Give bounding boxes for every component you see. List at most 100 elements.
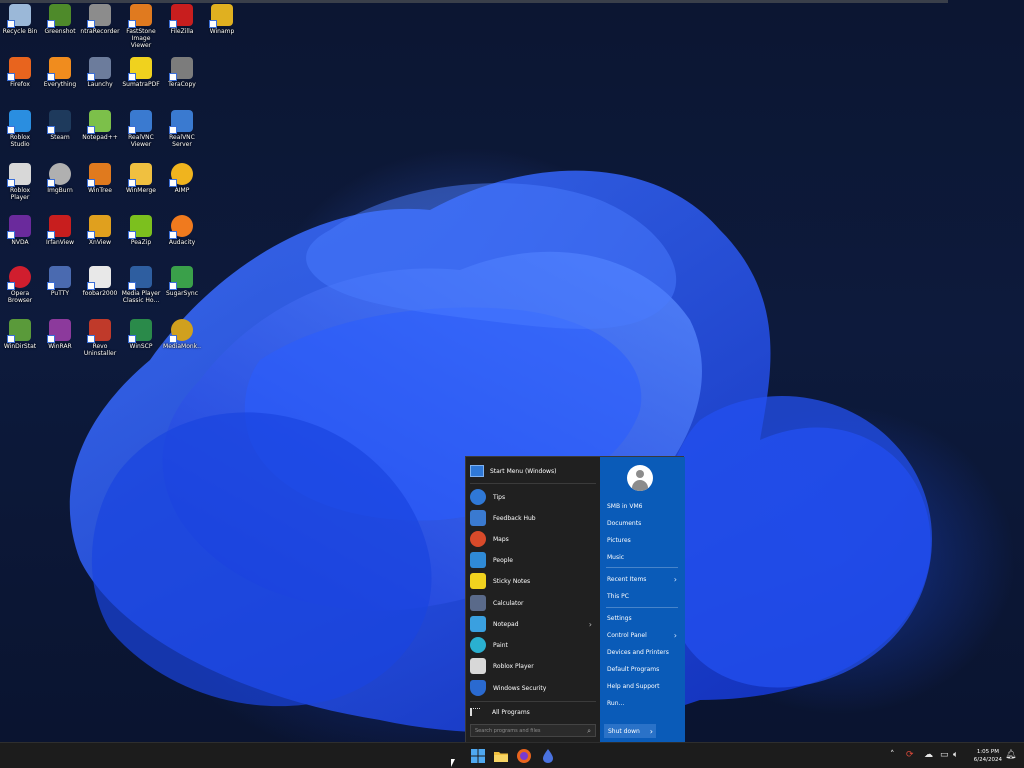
desktop-icon[interactable]: RealVNC Viewer [121,110,161,148]
wintree-icon [87,163,111,187]
desktop-icon[interactable]: Roblox Player [0,163,40,201]
place-help-support[interactable]: Help and Support [607,679,681,693]
desktop-icon[interactable]: Greenshot [40,4,80,35]
update-icon[interactable]: ⟳ [906,750,914,760]
desktop-icon[interactable]: WinMerge [121,163,161,194]
chevron-right-icon[interactable]: › [650,727,653,736]
desktop-icon[interactable]: WinTree [80,163,120,194]
start-button[interactable] [470,748,486,764]
calculator-icon [470,595,486,611]
chevron-right-icon: › [673,630,677,640]
cloud-icon[interactable]: ☁ [924,750,933,760]
start-menu-places-pane: SMB in VM6 Documents Pictures Music Rece… [600,457,685,743]
start-item-notepad[interactable]: Notepad › [470,614,598,634]
app-icon [543,749,553,763]
start-item-sticky-notes[interactable]: Sticky Notes [470,571,598,591]
desktop-icon[interactable]: Steam [40,110,80,141]
desktop-icon[interactable]: PuTTY [40,266,80,297]
taskbar: ˄ ⟳ ☁ ▭ 🔈︎ 1:05 PM 6/24/2024 🔔︎ [0,742,1024,768]
desktop-icon[interactable]: XnView [80,215,120,246]
place-settings[interactable]: Settings [607,611,681,625]
place-recent-items[interactable]: Recent Items › [607,572,681,586]
file-explorer-button[interactable] [493,748,509,764]
desktop-icon[interactable]: Launchy [80,57,120,88]
taskbar-clock[interactable]: 1:05 PM 6/24/2024 [974,748,1002,764]
place-this-pc[interactable]: This PC [607,589,681,603]
notification-icon[interactable]: 🔔︎ [1005,750,1016,760]
start-item-windows-security[interactable]: Windows Security [470,678,598,698]
place-run[interactable]: Run... [607,696,681,710]
windows-logo-icon [471,749,485,763]
user-avatar[interactable] [627,465,653,491]
desktop-icon[interactable]: SumatraPDF [121,57,161,88]
desktop-icon[interactable]: ntraRecorder [80,4,120,35]
winmerge-icon [128,163,152,187]
chevron-up-icon[interactable]: ˄ [890,750,895,760]
desktop-icon[interactable]: PeaZip [121,215,161,246]
desktop-icon[interactable]: Audacity [162,215,202,246]
user-head-shape [636,470,644,478]
firefox-icon [7,57,31,81]
shield-icon [470,680,486,696]
roblox-player-icon [7,163,31,187]
opera-icon [7,266,31,290]
start-item-roblox-player[interactable]: Roblox Player [470,656,598,676]
desktop-icon[interactable]: RealVNC Server [162,110,202,148]
desktop-icon[interactable]: Winamp [202,4,242,35]
irfanview-icon [47,215,71,239]
winrar-icon [47,319,71,343]
desktop-icon[interactable]: MediaMonk.. [162,319,202,350]
place-control-panel[interactable]: Control Panel › [607,628,681,642]
place-music[interactable]: Music [607,550,681,564]
desktop-icon[interactable]: NVDA [0,215,40,246]
nvda-icon [7,215,31,239]
divider [470,483,596,484]
desktop-icon[interactable]: AIMP [162,163,202,194]
volume-icon[interactable]: 🔈︎ [953,750,958,760]
sugarsync-icon [169,266,193,290]
launchy-icon [87,57,111,81]
desktop-icon[interactable]: Opera Browser [0,266,40,304]
filezilla-icon [169,4,193,28]
desktop-icon[interactable]: WinDirStat [0,319,40,350]
desktop-icon[interactable]: TeraCopy [162,57,202,88]
place-devices-printers[interactable]: Devices and Printers [607,645,681,659]
firefox-button[interactable] [516,748,532,764]
mpc-icon [128,266,152,290]
start-item-tips[interactable]: Tips [470,487,598,507]
desktop-icon[interactable]: FastStone Image Viewer [121,4,161,49]
windirstat-icon [7,319,31,343]
desktop-icon[interactable]: Firefox [0,57,40,88]
place-user-folder[interactable]: SMB in VM6 [607,499,681,513]
all-programs-button[interactable]: All Programs [470,705,596,719]
desktop-icon[interactable]: Recycle Bin [0,4,40,35]
desktop-icon[interactable]: IrfanView [40,215,80,246]
shutdown-button[interactable]: Shut down › [604,724,656,738]
start-item-feedback-hub[interactable]: Feedback Hub [470,508,598,528]
desktop-icon[interactable]: foobar2000 [80,266,120,297]
desktop-icon[interactable]: Roblox Studio [0,110,40,148]
start-menu-header[interactable]: Start Menu (Windows) [470,463,596,479]
start-item-people[interactable]: People [470,550,598,570]
place-pictures[interactable]: Pictures [607,533,681,547]
desktop-icon[interactable]: Revo Uninstaller [80,319,120,357]
folder-icon [494,752,508,762]
desktop-icon[interactable]: WinSCP [121,319,161,350]
desktop-icon[interactable]: Notepad++ [80,110,120,141]
desktop-icon[interactable]: FileZilla [162,4,202,35]
search-input[interactable]: Search programs and files ⌕ [470,724,596,737]
xnview-icon [87,215,111,239]
start-item-maps[interactable]: Maps [470,529,598,549]
start-item-paint[interactable]: Paint [470,635,598,655]
desktop-icon[interactable]: ImgBurn [40,163,80,194]
place-default-programs[interactable]: Default Programs [607,662,681,676]
desktop-icon[interactable]: WinRAR [40,319,80,350]
desktop-icon[interactable]: Media Player Classic Ho... [121,266,161,304]
app-button[interactable] [540,748,556,764]
network-icon[interactable]: ▭ [940,750,949,760]
desktop-icon[interactable]: SugarSync [162,266,202,297]
place-documents[interactable]: Documents [607,516,681,530]
desktop-icon[interactable]: Everything [40,57,80,88]
tips-icon [470,489,486,505]
start-item-calculator[interactable]: Calculator [470,593,598,613]
